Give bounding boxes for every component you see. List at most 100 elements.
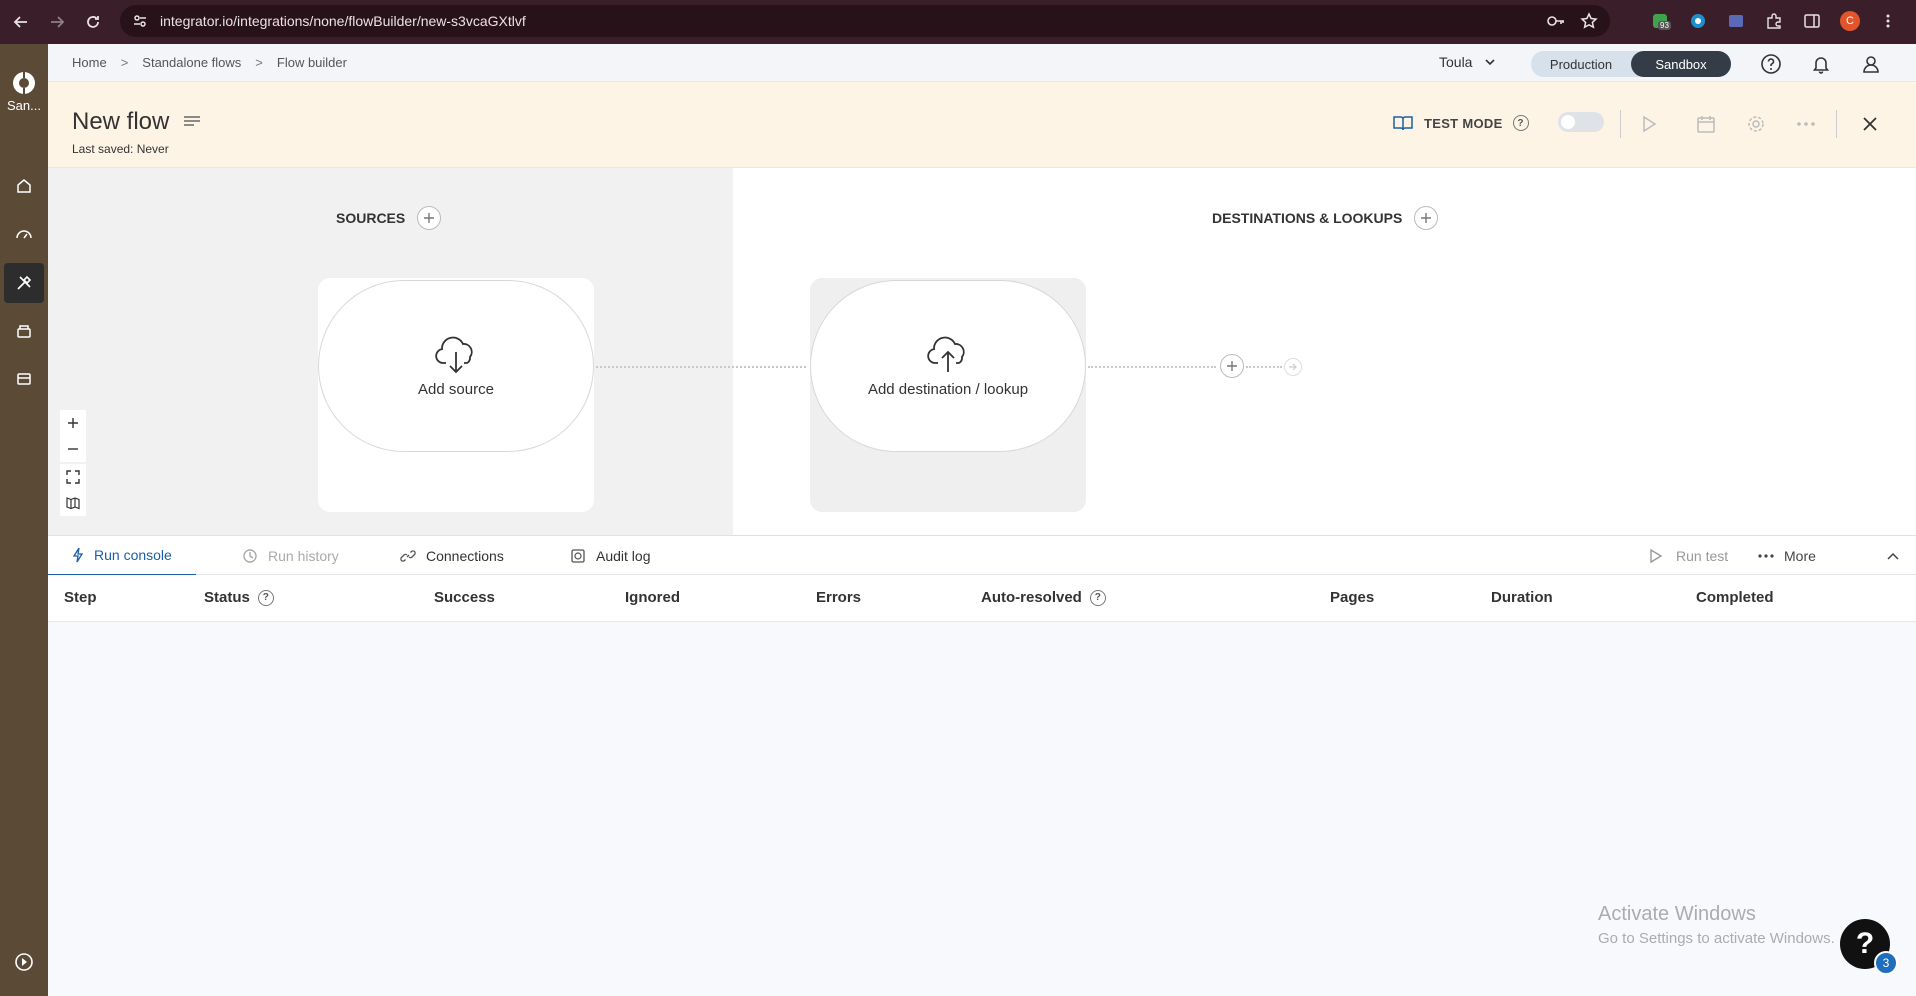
tab-audit-log[interactable]: Audit log: [570, 536, 650, 576]
tab-run-history[interactable]: Run history: [242, 536, 339, 576]
column-completed: Completed: [1696, 589, 1774, 606]
resources-icon[interactable]: [4, 311, 44, 351]
breadcrumb-standalone-flows[interactable]: Standalone flows: [142, 55, 241, 70]
add-destination-node[interactable]: Add destination / lookup: [810, 280, 1086, 452]
extension-circle-icon[interactable]: [1686, 9, 1710, 33]
breadcrumb-home[interactable]: Home: [72, 55, 107, 70]
run-test-icon: [1650, 548, 1663, 564]
breadcrumb: Home > Standalone flows > Flow builder: [72, 55, 347, 70]
auto-resolved-help-icon[interactable]: ?: [1089, 589, 1106, 606]
bell-icon[interactable]: [1808, 51, 1834, 77]
column-ignored: Ignored: [625, 589, 680, 606]
bookmark-star-icon[interactable]: [1580, 12, 1598, 30]
column-auto-resolved: Auto-resolved ?: [981, 589, 1106, 606]
question-mark-icon: ?: [1855, 927, 1875, 960]
flow-enable-toggle[interactable]: [1558, 112, 1604, 132]
url-text[interactable]: integrator.io/integrations/none/flowBuil…: [160, 13, 526, 29]
column-label: Step: [64, 589, 97, 606]
fit-view-icon[interactable]: [60, 464, 86, 490]
help-icon[interactable]: [1758, 51, 1784, 77]
flow-canvas[interactable]: SOURCES DESTINATIONS & LOOKUPS Add sourc…: [48, 168, 1916, 535]
column-label: Ignored: [625, 589, 680, 606]
address-bar[interactable]: integrator.io/integrations/none/flowBuil…: [120, 5, 1610, 37]
append-step-plus-button[interactable]: [1220, 354, 1244, 378]
reload-icon[interactable]: [78, 7, 108, 37]
profile-avatar[interactable]: C: [1838, 9, 1862, 33]
browser-menu-icon[interactable]: [1876, 9, 1900, 33]
header-divider: [1836, 110, 1837, 138]
column-step: Step: [64, 589, 97, 606]
flow-title[interactable]: New flow: [72, 108, 169, 136]
account-dropdown[interactable]: Toula: [1439, 54, 1496, 70]
more-dots-icon: [1758, 554, 1774, 558]
back-icon[interactable]: [6, 7, 36, 37]
extensions-puzzle-icon[interactable]: [1762, 9, 1786, 33]
link-icon: [400, 550, 416, 562]
connector-line: [1246, 366, 1282, 368]
zoom-in-icon[interactable]: [60, 410, 86, 436]
description-icon[interactable]: [183, 115, 201, 129]
sources-title: SOURCES: [336, 210, 406, 226]
bottom-panel-tabs: Run console Run history Connections Audi…: [48, 535, 1916, 576]
add-source-plus-button[interactable]: [417, 206, 442, 230]
site-settings-icon[interactable]: [132, 13, 148, 29]
more-button[interactable]: More: [1758, 536, 1816, 576]
browser-toolbar: integrator.io/integrations/none/flowBuil…: [0, 0, 1916, 44]
close-icon[interactable]: [1856, 110, 1884, 138]
extension-translate-icon[interactable]: [1724, 9, 1748, 33]
minimap-icon[interactable]: [60, 490, 86, 516]
run-flow-icon[interactable]: [1636, 110, 1664, 138]
flow-title-row: New flow: [72, 108, 201, 136]
column-label: Status: [204, 589, 250, 606]
tab-connections[interactable]: Connections: [400, 536, 504, 576]
env-production[interactable]: Production: [1531, 51, 1631, 77]
column-status: Status ?: [204, 589, 274, 606]
side-panel-icon[interactable]: [1800, 9, 1824, 33]
column-label: Completed: [1696, 589, 1774, 606]
tools-icon[interactable]: [4, 263, 44, 303]
help-notification-badge: 3: [1874, 951, 1898, 975]
schedule-calendar-icon[interactable]: [1692, 110, 1720, 138]
status-help-icon[interactable]: ?: [257, 589, 274, 606]
forward-icon[interactable]: [42, 7, 72, 37]
add-destination-label: Add destination / lookup: [867, 380, 1029, 398]
marketplace-icon[interactable]: [4, 359, 44, 399]
add-source-label: Add source: [418, 380, 494, 398]
more-label: More: [1784, 548, 1816, 564]
profile-initial: C: [1840, 11, 1860, 31]
add-source-node[interactable]: Add source: [318, 280, 594, 452]
book-icon: [1393, 116, 1413, 131]
chevron-down-icon: [1485, 59, 1496, 66]
app-topbar: Home > Standalone flows > Flow builder T…: [48, 44, 1916, 82]
column-label: Errors: [816, 589, 862, 606]
more-actions-icon[interactable]: [1792, 110, 1820, 138]
settings-gear-icon[interactable]: [1742, 110, 1770, 138]
password-key-icon[interactable]: [1546, 11, 1566, 31]
header-divider: [1620, 110, 1621, 138]
tab-label: Audit log: [596, 548, 651, 564]
environment-toggle[interactable]: Production Sandbox: [1531, 51, 1731, 77]
env-sandbox[interactable]: Sandbox: [1631, 51, 1731, 77]
test-mode-help-icon[interactable]: ?: [1512, 115, 1529, 131]
tab-label: Connections: [426, 548, 504, 564]
column-label: Duration: [1491, 589, 1553, 606]
collapse-rail-icon[interactable]: [4, 942, 44, 982]
dashboard-gauge-icon[interactable]: [4, 214, 44, 254]
extension-green-icon[interactable]: 93: [1648, 9, 1672, 33]
account-switcher[interactable]: San...: [0, 70, 48, 113]
lightning-icon: [72, 547, 84, 563]
connector-line: [1088, 366, 1216, 368]
user-profile-icon[interactable]: [1858, 51, 1884, 77]
add-destination-plus-button[interactable]: [1414, 206, 1439, 230]
left-nav-rail: San...: [0, 44, 48, 996]
last-saved-text: Last saved: Never: [72, 142, 169, 156]
zoom-out-icon[interactable]: [60, 436, 86, 462]
run-test-button[interactable]: Run test: [1648, 536, 1728, 576]
column-label: Auto-resolved: [981, 589, 1082, 606]
sources-header: SOURCES: [336, 206, 442, 230]
expand-panel-icon[interactable]: [1886, 536, 1900, 576]
chevron-right-icon: >: [255, 55, 263, 70]
flow-header: New flow Last saved: Never TEST MODE ?: [48, 82, 1916, 168]
tab-run-console[interactable]: Run console: [48, 536, 196, 576]
home-icon[interactable]: [4, 166, 44, 206]
